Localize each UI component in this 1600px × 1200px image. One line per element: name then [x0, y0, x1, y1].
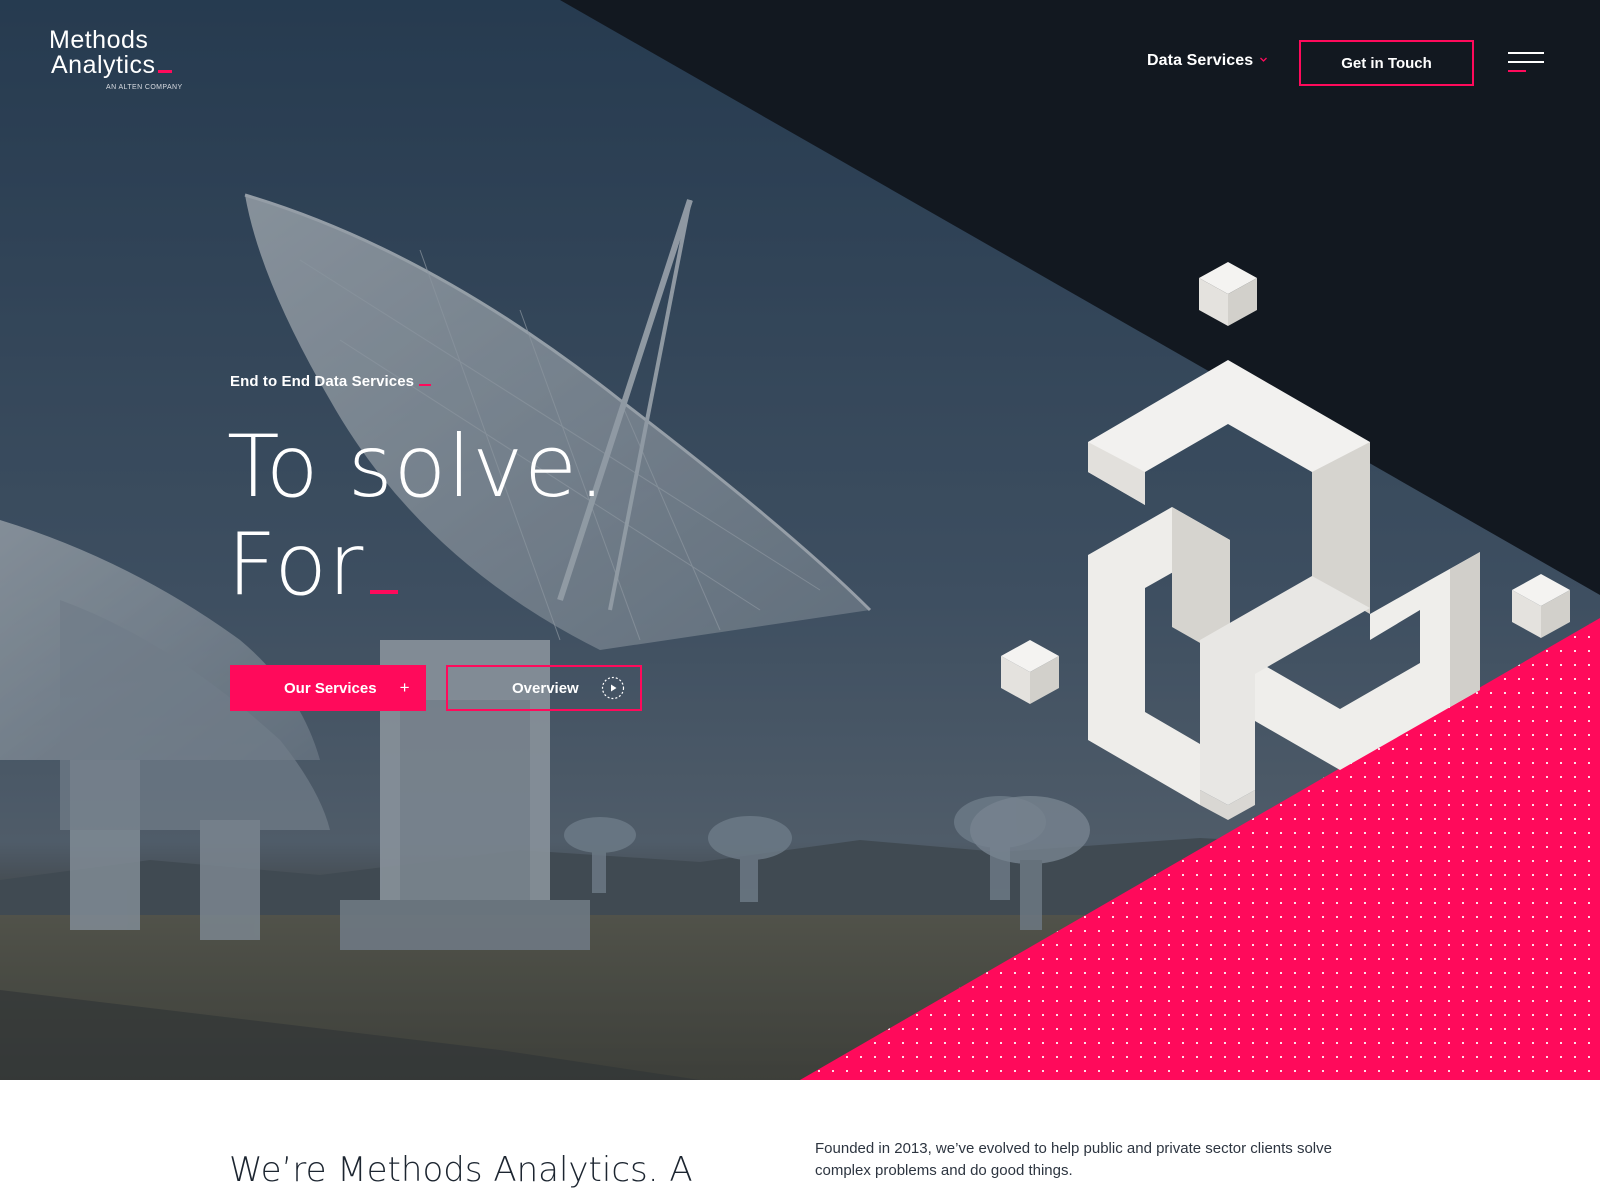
logo-name-line2-text: Analytics: [51, 51, 156, 79]
logo-cursor-mark: [157, 70, 172, 73]
headline-cursor-mark: [370, 590, 399, 594]
eyebrow-cursor-mark: [419, 384, 432, 386]
intro-title: We’re Methods Analytics. A: [229, 1150, 693, 1190]
headline-line1: To solve.: [227, 417, 607, 517]
brand-logo[interactable]: Methods Analytics AN ALTEN COMPANY: [49, 26, 182, 92]
overview-label: Overview: [512, 679, 579, 697]
chevron-down-icon: [1260, 57, 1268, 62]
hero-headline: To solve. For: [227, 418, 606, 614]
get-in-touch-button[interactable]: Get in Touch: [1299, 40, 1474, 86]
nav-data-services[interactable]: Data Services: [1147, 52, 1268, 70]
headline-line2-text: For: [227, 515, 365, 615]
floating-cube-left: [1001, 640, 1059, 704]
our-services-label: Our Services: [284, 679, 377, 697]
plus-icon: +: [399, 678, 410, 697]
site-header: Methods Analytics AN ALTEN COMPANY Data …: [0, 0, 1600, 120]
hero-eyebrow: End to End Data Services: [230, 373, 432, 390]
hero-eyebrow-text: End to End Data Services: [230, 373, 415, 390]
logo-tagline: AN ALTEN COMPANY: [106, 84, 183, 91]
hamburger-menu-icon[interactable]: [1508, 52, 1546, 76]
play-circle-icon: [601, 676, 624, 700]
headline-line2: For: [227, 516, 606, 614]
floating-cube-right: [1512, 574, 1570, 638]
logo-name-line2: Analytics: [51, 53, 172, 78]
floating-cube-top: [1199, 262, 1257, 326]
nav-data-services-label: Data Services: [1147, 52, 1254, 69]
intro-text: Founded in 2013, we’ve evolved to help p…: [815, 1140, 1332, 1179]
logo-name-line1: Methods: [49, 26, 149, 54]
intro-section: We’re Methods Analytics. A Founded in 20…: [0, 1080, 1600, 1200]
our-services-button[interactable]: Our Services +: [230, 665, 426, 711]
overview-button[interactable]: Overview: [446, 665, 642, 711]
